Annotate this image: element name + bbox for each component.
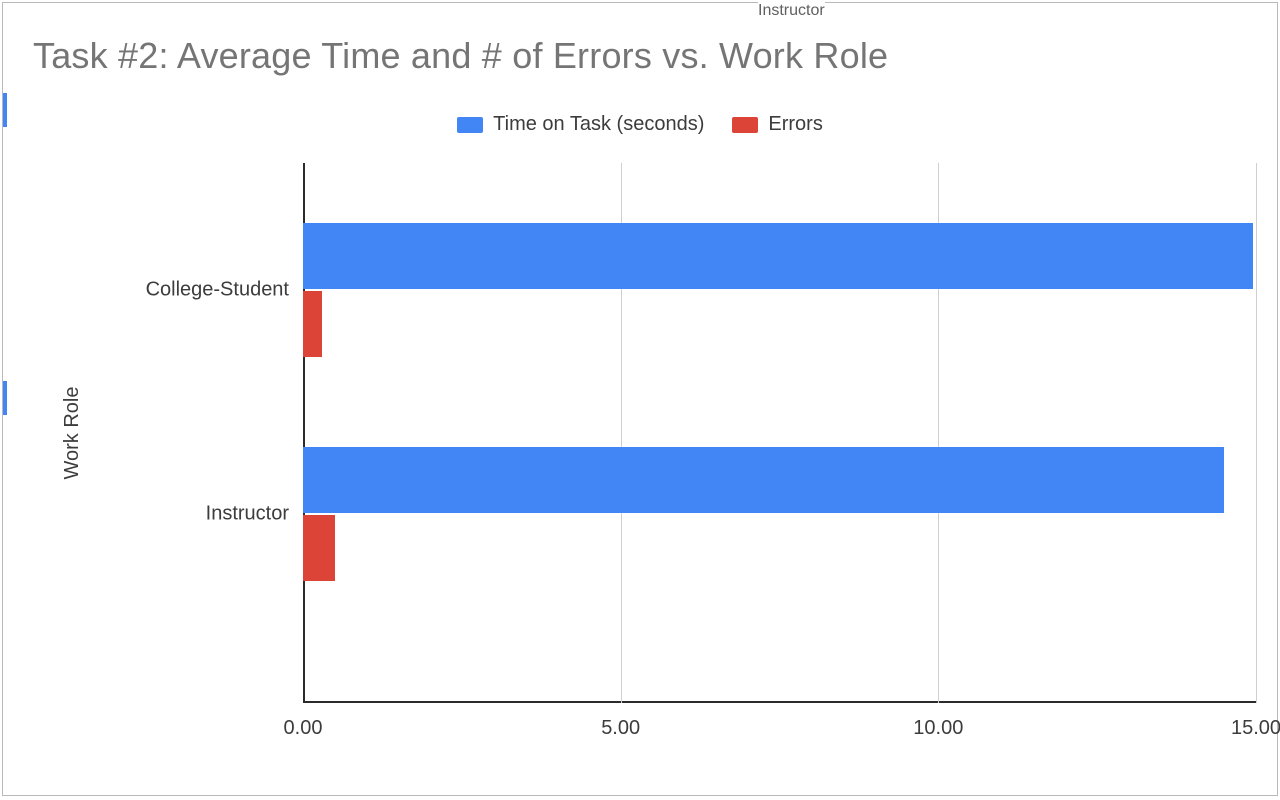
tick-5: 5.00 (601, 717, 640, 740)
plot-area: College-Student Instructor 0.00 5.00 10.… (303, 163, 1256, 703)
tick-10: 10.00 (913, 717, 963, 740)
legend-label-time: Time on Task (seconds) (493, 113, 704, 136)
legend-swatch-time (457, 117, 483, 133)
legend-swatch-errors (732, 117, 758, 133)
bar-instructor-time (303, 447, 1224, 513)
bar-college-student-errors (303, 291, 322, 357)
category-label-college-student: College-Student (146, 279, 289, 302)
bar-instructor-errors (303, 515, 335, 581)
chart-title: Task #2: Average Time and # of Errors vs… (33, 35, 888, 77)
category-label-instructor: Instructor (206, 503, 289, 526)
x-axis-line (303, 701, 1257, 703)
legend-item-time: Time on Task (seconds) (457, 113, 704, 136)
crop-artifact-text: Instructor (758, 2, 825, 20)
legend-label-errors: Errors (768, 113, 822, 136)
tick-15: 15.00 (1231, 717, 1280, 740)
bar-college-student-time (303, 223, 1253, 289)
chart-frame: Instructor Task #2: Average Time and # o… (2, 2, 1278, 796)
y-axis-label: Work Role (61, 387, 84, 480)
tick-0: 0.00 (284, 717, 323, 740)
legend-item-errors: Errors (732, 113, 822, 136)
crop-artifact-bar-2 (3, 381, 7, 415)
gridline-15 (1256, 163, 1257, 703)
legend: Time on Task (seconds) Errors (3, 113, 1277, 136)
